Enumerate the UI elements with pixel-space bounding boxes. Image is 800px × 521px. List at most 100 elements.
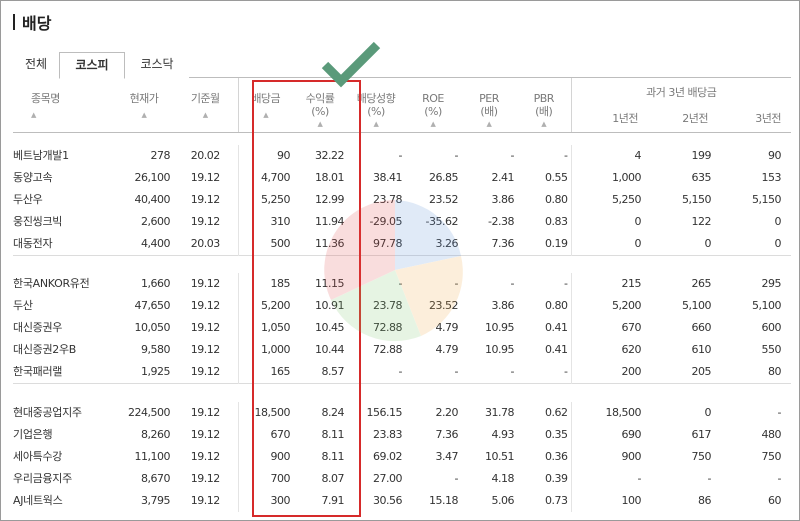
cell-dividend: 90	[277, 148, 291, 162]
table-row[interactable]: 웅진씽크빅 2,600 19.12 310 11.94 -29.05 -35.62 -2.38…	[13, 210, 791, 233]
cell-name[interactable]: 대신증권우	[13, 317, 115, 339]
cell-payout: 23.83	[373, 427, 403, 441]
column-header-3y[interactable]: 3년전	[714, 106, 791, 132]
cell-pbr: 0.73	[545, 493, 568, 507]
cell-name[interactable]: 베트남개발1	[13, 145, 115, 167]
cell-roe: 7.36	[435, 427, 459, 441]
column-header-roe[interactable]: ROE (%) ▲	[405, 78, 461, 132]
table-row[interactable]: 베트남개발1 278 20.02 90 32.22- - - -4 199 90	[13, 144, 791, 167]
cell-name[interactable]: 한국ANKOR유전	[13, 273, 115, 295]
cell-past-2y: 0	[704, 236, 712, 250]
tab-all[interactable]: 전체	[13, 52, 59, 78]
col-roe-unit: (%)	[424, 105, 442, 118]
cell-dividend: 500	[270, 236, 291, 250]
cell-past-1y: 18,500	[570, 401, 644, 424]
cell-name[interactable]: 대동전자	[13, 233, 115, 256]
cell-past-3y: 750	[761, 449, 782, 463]
cell-yield: 10.45	[315, 321, 345, 334]
table-row[interactable]: 대신증권우 10,050 19.12 1,050 10.45 72.88 4.79 10.95…	[13, 317, 791, 339]
cell-roe: 4.79	[435, 321, 459, 334]
cell-payout: -	[398, 365, 403, 378]
sort-arrow-icon[interactable]: ▲	[461, 120, 517, 128]
table-row[interactable]: 대신증권2우B 9,580 19.12 1,000 10.44 72.88 4.79 10.9…	[13, 339, 791, 361]
cell-name[interactable]: 세아특수강	[13, 446, 115, 468]
cell-roe: 2.20	[435, 405, 459, 419]
cell-price: 40,400	[134, 192, 171, 206]
cell-past-2y: 5,100	[682, 299, 712, 312]
col-dividend-label: 배당금	[251, 92, 281, 105]
cell-payout: 23.78	[373, 192, 403, 206]
sort-arrow-icon[interactable]: ▲	[173, 111, 238, 119]
column-header-name[interactable]: 종목명 ▲	[13, 78, 115, 132]
cell-name[interactable]: 동양고속	[13, 167, 115, 189]
cell-yield: 12.99	[315, 192, 345, 206]
cell-per: -	[510, 365, 515, 378]
cell-name[interactable]: 우리금융지주	[13, 468, 115, 490]
tab-kospi[interactable]: 코스피	[59, 52, 125, 79]
cell-name[interactable]: 대신증권2우B	[13, 339, 115, 361]
cell-base-month: 19.12	[173, 188, 239, 211]
table-row[interactable]: 두산 47,650 19.12 5,200 10.91 23.78 23.52 3.86 0.8…	[13, 295, 791, 317]
page-title: 배당	[13, 10, 51, 34]
cell-past-2y: 205	[691, 365, 712, 378]
cell-price: 4,400	[141, 236, 171, 250]
cell-past-3y: 0	[774, 236, 782, 250]
cell-per: -2.38	[488, 214, 514, 228]
cell-past-1y: -	[570, 467, 644, 490]
cell-payout: 69.02	[373, 449, 403, 463]
column-header-pbr[interactable]: PBR (배) ▲	[517, 78, 571, 132]
cell-price: 9,580	[141, 343, 171, 356]
column-header-past-dividends: 과거 3년 배당금	[570, 78, 792, 106]
cell-dividend: 670	[270, 427, 291, 441]
cell-name[interactable]: 현대중공업지주	[13, 402, 115, 424]
table-row[interactable]: 동양고속 26,100 19.12 4,700 18.01 38.41 26.85 2.41 0…	[13, 166, 791, 189]
table-row[interactable]: 대동전자 4,400 20.03 500 11.36 97.78 3.26 7.36 0.19 0…	[13, 232, 791, 256]
column-header-1y[interactable]: 1년전	[570, 106, 644, 132]
cell-name[interactable]: AJ네트웍스	[13, 490, 115, 512]
table-row[interactable]: 두산우 40,400 19.12 5,250 12.99 23.78 23.52 3.86 0.…	[13, 188, 791, 211]
table-row[interactable]: 현대중공업지주 224,500 19.12 18,500 8.24 156.15 2.20 3…	[13, 401, 791, 424]
col-pbr-unit: (배)	[535, 105, 553, 118]
cell-past-2y: 750	[691, 449, 712, 463]
cell-pbr: 0.35	[545, 427, 568, 441]
cell-per: 7.36	[491, 236, 515, 250]
table-row[interactable]: 기업은행 8,260 19.12 670 8.11 23.83 7.36 4.93 0.35 69…	[13, 423, 791, 446]
sort-arrow-icon[interactable]: ▲	[347, 120, 405, 128]
tab-kosdaq[interactable]: 코스닥	[125, 52, 189, 78]
column-header-base-month[interactable]: 기준월 ▲	[173, 78, 239, 132]
cell-name[interactable]: 한국패러랠	[13, 361, 115, 384]
cell-dividend: 300	[270, 493, 291, 507]
column-header-2y[interactable]: 2년전	[644, 106, 714, 132]
sort-arrow-icon[interactable]: ▲	[115, 111, 173, 119]
cell-past-1y: 620	[570, 339, 644, 361]
sort-arrow-icon[interactable]: ▲	[293, 120, 347, 128]
market-tabs: 전체 코스피 코스닥	[13, 52, 791, 79]
column-header-dividend[interactable]: 배당금 ▲	[238, 78, 293, 132]
column-header-price[interactable]: 현재가 ▲	[115, 78, 173, 132]
cell-name[interactable]: 두산우	[13, 189, 115, 211]
table-row[interactable]: 세아특수강 11,100 19.12 900 8.11 69.02 3.47 10.51 0.3…	[13, 445, 791, 468]
group-spacer	[13, 383, 792, 402]
cell-price: 1,925	[141, 365, 171, 378]
sort-arrow-icon[interactable]: ▲	[405, 120, 461, 128]
table-row[interactable]: 한국ANKOR유전 1,660 19.12 185 11.15- - - -215 265 295	[13, 273, 791, 295]
cell-name[interactable]: 두산	[13, 295, 115, 317]
sort-arrow-icon[interactable]: ▲	[239, 111, 294, 119]
cell-pbr: 0.83	[545, 214, 568, 228]
table-row[interactable]: 우리금융지주 8,670 19.12 700 8.07 27.00-4.18 0.39- - -	[13, 467, 791, 490]
cell-past-2y: 5,150	[682, 192, 712, 206]
cell-name[interactable]: 웅진씽크빅	[13, 211, 115, 233]
column-header-per[interactable]: PER (배) ▲	[461, 78, 517, 132]
cell-roe: 15.18	[429, 493, 459, 507]
cell-past-1y: 900	[570, 445, 644, 468]
cell-past-1y: 670	[570, 317, 644, 339]
cell-dividend: 1,000	[261, 343, 291, 356]
table-row[interactable]: AJ네트웍스 3,795 19.12 300 7.91 30.56 15.18 5.06 0.7…	[13, 489, 791, 512]
cell-dividend: 310	[270, 214, 291, 228]
cell-pbr: 0.80	[545, 299, 568, 312]
sort-arrow-icon[interactable]: ▲	[31, 111, 115, 119]
sort-arrow-icon[interactable]: ▲	[517, 120, 571, 128]
cell-name[interactable]: 기업은행	[13, 424, 115, 446]
cell-roe: -	[454, 277, 459, 290]
table-row[interactable]: 한국패러랠 1,925 19.12 165 8.57- - - -200 205 80	[13, 361, 791, 384]
